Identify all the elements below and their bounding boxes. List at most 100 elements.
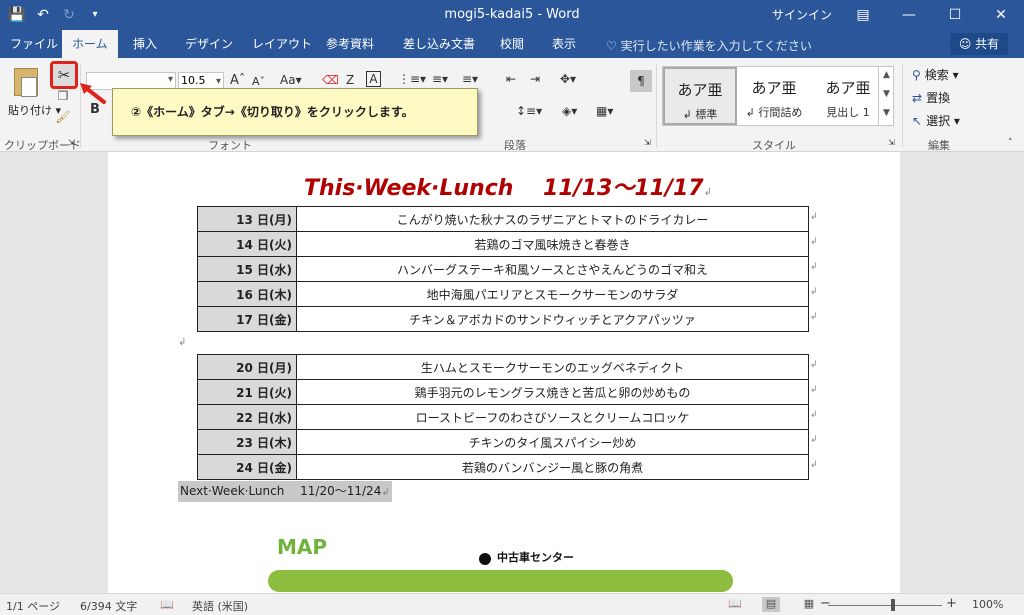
change-case-icon[interactable]: Aa▾ [280,73,302,87]
zoom-slider-thumb[interactable] [891,599,895,611]
grow-font-icon[interactable]: Aˆ [230,73,245,88]
tab-design[interactable]: デザイン [175,30,243,58]
zoom-level[interactable]: 100% [972,598,1003,611]
format-painter-button[interactable]: 🖌 [53,110,73,128]
menu-cell[interactable]: ハンバーグステーキ和風ソースとさやえんどうのゴマ和え [296,256,809,282]
maximize-icon[interactable]: ☐ [932,0,978,30]
day-cell[interactable]: 22 日(水) [197,404,297,430]
style-normal[interactable]: あア亜 ↲ 標準 [663,67,737,125]
tab-home[interactable]: ホーム [62,30,118,58]
cut-button[interactable]: ✂ [50,61,78,89]
menu-cell[interactable]: チキン＆アボカドのサンドウィッチとアクアパッツァ [296,306,809,332]
menu-cell[interactable]: こんがり焼いた秋ナスのラザニアとトマトのドライカレー [296,206,809,232]
decrease-indent-icon[interactable]: ⇤ [506,72,516,86]
shading-icon[interactable]: ◈▾ [562,104,577,118]
day-cell[interactable]: 15 日(水) [197,256,297,282]
day-cell[interactable]: 21 日(火) [197,379,297,405]
day-cell[interactable]: 13 日(月) [197,206,297,232]
tab-file[interactable]: ファイル [0,30,68,58]
menu-cell[interactable]: 若鶏のバンバンジー風と豚の角煮 [296,454,809,480]
tab-review[interactable]: 校閲 [490,30,534,58]
share-button[interactable]: ☺ 共有 [950,33,1008,55]
styles-scroll[interactable]: ▲ ▼ ▼ [878,66,894,126]
cursor-icon: ↖ [912,114,923,128]
clipboard-launcher-icon[interactable]: ⇲ [68,138,75,147]
tab-view[interactable]: 表示 [542,30,586,58]
page-count[interactable]: 1/1 ページ [6,598,60,614]
multilevel-list-icon[interactable]: ≡▾ [462,72,478,86]
row-end-mark: ↲ [810,460,818,470]
next-week-heading-selected[interactable]: Next·Week·Lunch 11/20～11/24↲ [178,481,392,502]
zoom-in-icon[interactable]: + [946,596,957,611]
tab-layout[interactable]: レイアウト [242,30,322,58]
map-road [268,570,733,592]
table-row: 16 日(木) 地中海風パエリアとスモークサーモンのサラダ [197,281,809,307]
clear-format-icon[interactable]: ⌫ [322,73,339,87]
brush-icon: 🖌 [55,110,71,124]
line-spacing-icon[interactable]: ↕≡▾ [516,104,542,118]
phonetic-guide-icon[interactable]: Z [346,73,354,87]
menu-cell[interactable]: 鶏手羽元のレモングラス焼きと苦瓜と卵の炒めもの [296,379,809,405]
document-page[interactable]: This·Week·Lunch 11/13～11/17↲ 13 日(月) こんがり… [108,152,900,593]
day-cell[interactable]: 17 日(金) [197,306,297,332]
day-cell[interactable]: 23 日(木) [197,429,297,455]
style-heading-1[interactable]: あア亜 見出し 1 [811,67,885,125]
borders-icon[interactable]: ▦▾ [596,104,613,118]
word-count[interactable]: 6/394 文字 [80,598,137,614]
find-button[interactable]: ⚲ 検索 ▾ [912,66,959,83]
table-row: 20 日(月) 生ハムとスモークサーモンのエッグベネディクト [197,354,809,380]
replace-button[interactable]: ⇄ 置換 [912,89,950,106]
tab-references[interactable]: 参考資料 [316,30,384,58]
language-indicator[interactable]: 英語 (米国) [192,598,248,614]
menu-cell[interactable]: 地中海風パエリアとスモークサーモンのサラダ [296,281,809,307]
row-end-mark: ↲ [810,237,818,247]
increase-indent-icon[interactable]: ⇥ [530,72,540,86]
paragraph-launcher-icon[interactable]: ⇲ [644,138,651,147]
proofing-icon[interactable]: 📖 [160,598,174,611]
web-layout-icon[interactable]: ▦ [800,597,818,612]
day-cell[interactable]: 20 日(月) [197,354,297,380]
window-controls: ▤ — ☐ ✕ [840,0,1024,30]
numbering-icon[interactable]: ≡▾ [432,72,448,86]
bullets-icon[interactable]: ⋮≡▾ [398,72,426,86]
day-cell[interactable]: 16 日(木) [197,281,297,307]
signin-link[interactable]: サインイン [772,6,832,23]
status-bar: 1/1 ページ 6/394 文字 📖 英語 (米国) 📖 ▤ ▦ − + 100… [0,593,1024,615]
row-end-mark: ↲ [810,385,818,395]
day-cell[interactable]: 14 日(火) [197,231,297,257]
document-area: This·Week·Lunch 11/13～11/17↲ 13 日(月) こんがり… [0,152,1024,593]
menu-cell[interactable]: 若鶏のゴマ風味焼きと春巻き [296,231,809,257]
print-layout-icon[interactable]: ▤ [762,597,780,612]
shrink-font-icon[interactable]: Aˇ [252,75,265,88]
ribbon-display-icon[interactable]: ▤ [840,0,886,30]
day-cell[interactable]: 24 日(金) [197,454,297,480]
paste-button[interactable]: 貼り付け ▾ [6,66,61,122]
text-direction-icon[interactable]: ✥▾ [560,72,576,86]
char-border-icon[interactable]: A [366,71,381,87]
table-row: 14 日(火) 若鶏のゴマ風味焼きと春巻き [197,231,809,257]
styles-launcher-icon[interactable]: ⇲ [888,138,895,147]
zoom-out-icon[interactable]: − [820,596,831,611]
menu-cell[interactable]: チキンのタイ風スパイシー炒め [296,429,809,455]
show-marks-icon[interactable]: ¶ [630,70,652,92]
read-mode-icon[interactable]: 📖 [726,597,744,612]
group-separator [80,64,81,148]
tab-insert[interactable]: 挿入 [123,30,167,58]
style-no-spacing[interactable]: あア亜 ↲ 行間詰め [737,67,811,125]
zoom-slider-track[interactable] [828,605,942,606]
collapse-ribbon-icon[interactable]: ˄ [1008,138,1013,148]
menu-cell[interactable]: ローストビーフのわさびソースとクリームコロッケ [296,404,809,430]
copy-button[interactable]: ❐ [53,89,73,107]
close-icon[interactable]: ✕ [978,0,1024,30]
menu-cell[interactable]: 生ハムとスモークサーモンのエッグベネディクト [296,354,809,380]
table-row: 15 日(水) ハンバーグステーキ和風ソースとさやえんどうのゴマ和え [197,256,809,282]
ribbon-tabs: ファイル ホーム 挿入 デザイン レイアウト 参考資料 差し込み文書 校閲 表示… [0,30,1024,58]
person-icon: ☺ [958,37,976,51]
table-row: 21 日(火) 鶏手羽元のレモングラス焼きと苦瓜と卵の炒めもの [197,379,809,405]
select-button[interactable]: ↖ 選択 ▾ [912,112,960,129]
font-group-label: フォント [208,139,252,152]
row-end-mark: ↲ [810,262,818,272]
minimize-icon[interactable]: — [886,0,932,30]
tell-me-box[interactable]: ♡ 実行したい作業を入力してください [606,37,812,54]
tab-mailings[interactable]: 差し込み文書 [393,30,485,58]
